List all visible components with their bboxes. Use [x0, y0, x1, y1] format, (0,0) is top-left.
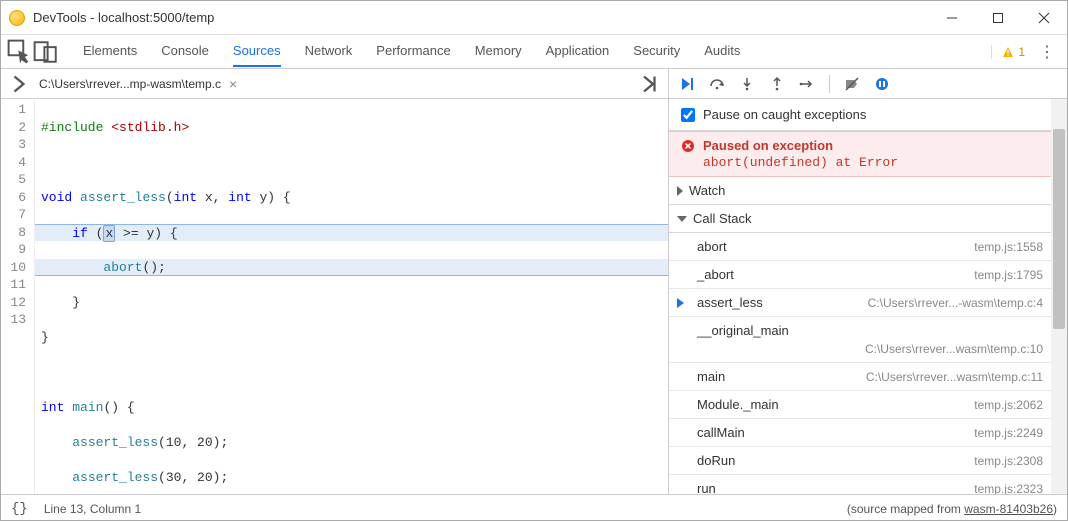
callstack-frame[interactable]: abort temp.js:1558	[669, 233, 1051, 261]
frame-location: temp.js:2249	[974, 426, 1043, 440]
overflow-menu-icon[interactable]: ⋮	[1033, 42, 1061, 62]
status-bar: {} Line 13, Column 1 (source mapped from…	[1, 494, 1067, 522]
scrollbar[interactable]	[1051, 99, 1067, 494]
close-file-icon[interactable]: ×	[229, 76, 237, 92]
callstack-frame[interactable]: _abort temp.js:1795	[669, 261, 1051, 289]
frame-location: temp.js:2062	[974, 398, 1043, 412]
warnings-count: 1	[1018, 45, 1025, 59]
device-toolbar-icon[interactable]	[33, 39, 59, 65]
debugger-panels[interactable]: Pause on caught exceptions Paused on exc…	[669, 99, 1051, 494]
tab-sources[interactable]: Sources	[233, 36, 281, 67]
step-out-icon[interactable]	[769, 76, 785, 92]
tab-memory[interactable]: Memory	[475, 36, 522, 67]
deactivate-breakpoints-icon[interactable]	[844, 76, 860, 92]
error-icon	[681, 139, 695, 153]
file-tab[interactable]: C:\Users\rrever...mp-wasm\temp.c ×	[31, 76, 245, 92]
watch-label: Watch	[689, 183, 725, 198]
paused-message: abort(undefined) at Error	[703, 155, 1039, 170]
callstack-frame[interactable]: doRun temp.js:2308	[669, 447, 1051, 475]
frame-name: callMain	[697, 425, 745, 440]
window-controls	[929, 3, 1067, 33]
frame-name: __original_main	[697, 323, 789, 338]
callstack-header[interactable]: Call Stack	[669, 205, 1051, 233]
frame-name: main	[697, 369, 725, 384]
tab-audits[interactable]: Audits	[704, 36, 740, 67]
titlebar: DevTools - localhost:5000/temp	[1, 1, 1067, 35]
step-over-icon[interactable]	[709, 76, 725, 92]
frame-name: abort	[697, 239, 727, 254]
frame-location: temp.js:1558	[974, 240, 1043, 254]
watch-header[interactable]: Watch	[669, 177, 1051, 205]
maximize-button[interactable]	[975, 3, 1021, 33]
frame-location: temp.js:2323	[974, 482, 1043, 495]
devtools-icon	[9, 10, 25, 26]
callstack-frame[interactable]: __original_mainC:\Users\rrever...wasm\te…	[669, 317, 1051, 363]
callstack-frame[interactable]: Module._main temp.js:2062	[669, 391, 1051, 419]
close-button[interactable]	[1021, 3, 1067, 33]
chevron-down-icon	[677, 216, 687, 222]
pretty-print-icon[interactable]: {}	[11, 501, 28, 517]
step-icon[interactable]	[799, 76, 815, 92]
pause-caught-row: Pause on caught exceptions	[669, 99, 1051, 131]
tab-performance[interactable]: Performance	[376, 36, 450, 67]
line-gutter: 12345678910111213	[1, 99, 35, 494]
frame-location: temp.js:1795	[974, 268, 1043, 282]
code-editor[interactable]: 12345678910111213 #include <stdlib.h> vo…	[1, 99, 668, 494]
paused-banner: Paused on exception abort(undefined) at …	[669, 131, 1051, 177]
window-title: DevTools - localhost:5000/temp	[33, 10, 929, 25]
chevron-right-icon	[677, 186, 683, 196]
show-navigator-icon[interactable]	[7, 72, 31, 96]
frame-name: Module._main	[697, 397, 779, 412]
cursor-position: Line 13, Column 1	[44, 502, 141, 516]
tab-security[interactable]: Security	[633, 36, 680, 67]
minimize-button[interactable]	[929, 3, 975, 33]
content-area: C:\Users\rrever...mp-wasm\temp.c × 12345…	[1, 69, 1067, 494]
tab-console[interactable]: Console	[161, 36, 209, 67]
inspect-element-icon[interactable]	[7, 39, 33, 65]
tab-network[interactable]: Network	[305, 36, 353, 67]
callstack-frame[interactable]: run temp.js:2323	[669, 475, 1051, 494]
callstack-frame[interactable]: callMain temp.js:2249	[669, 419, 1051, 447]
tab-elements[interactable]: Elements	[83, 36, 137, 67]
file-tab-path: C:\Users\rrever...mp-wasm\temp.c	[39, 77, 221, 91]
callstack-frame[interactable]: assert_less C:\Users\rrever...-wasm\temp.…	[669, 289, 1051, 317]
callstack-list: abort temp.js:1558 _abort temp.js:1795 asser…	[669, 233, 1051, 494]
debugger-pane: Pause on caught exceptions Paused on exc…	[669, 69, 1067, 494]
callstack-frame[interactable]: main C:\Users\rrever...wasm\temp.c:11	[669, 363, 1051, 391]
main-toolbar: Elements Console Sources Network Perform…	[1, 35, 1067, 69]
panel-tabs: Elements Console Sources Network Perform…	[83, 36, 740, 67]
pause-caught-label: Pause on caught exceptions	[703, 107, 866, 122]
file-tab-bar: C:\Users\rrever...mp-wasm\temp.c ×	[1, 69, 668, 99]
source-map-info: (source mapped from wasm-81403b26)	[847, 502, 1057, 516]
frame-location: C:\Users\rrever...wasm\temp.c:11	[866, 370, 1043, 384]
frame-name: assert_less	[697, 295, 763, 310]
frame-location: C:\Users\rrever...wasm\temp.c:10	[697, 338, 1043, 356]
code-content: #include <stdlib.h> void assert_less(int…	[35, 99, 668, 494]
callstack-label: Call Stack	[693, 211, 752, 226]
frame-name: run	[697, 481, 716, 494]
scrollbar-thumb[interactable]	[1053, 129, 1065, 329]
paused-title: Paused on exception	[703, 138, 833, 153]
source-map-link[interactable]: wasm-81403b26	[964, 502, 1053, 516]
frame-location: temp.js:2308	[974, 454, 1043, 468]
pause-caught-checkbox[interactable]	[681, 108, 695, 122]
frame-name: doRun	[697, 453, 735, 468]
tab-application[interactable]: Application	[546, 36, 610, 67]
frame-location: C:\Users\rrever...-wasm\temp.c:4	[868, 296, 1043, 310]
sources-pane: C:\Users\rrever...mp-wasm\temp.c × 12345…	[1, 69, 669, 494]
step-into-icon[interactable]	[739, 76, 755, 92]
more-tabs-icon[interactable]	[638, 72, 662, 96]
pause-exceptions-icon[interactable]	[874, 76, 890, 92]
frame-name: _abort	[697, 267, 734, 282]
resume-icon[interactable]	[679, 76, 695, 92]
warnings-badge[interactable]: 1	[991, 45, 1025, 59]
debugger-toolbar	[669, 69, 1067, 99]
